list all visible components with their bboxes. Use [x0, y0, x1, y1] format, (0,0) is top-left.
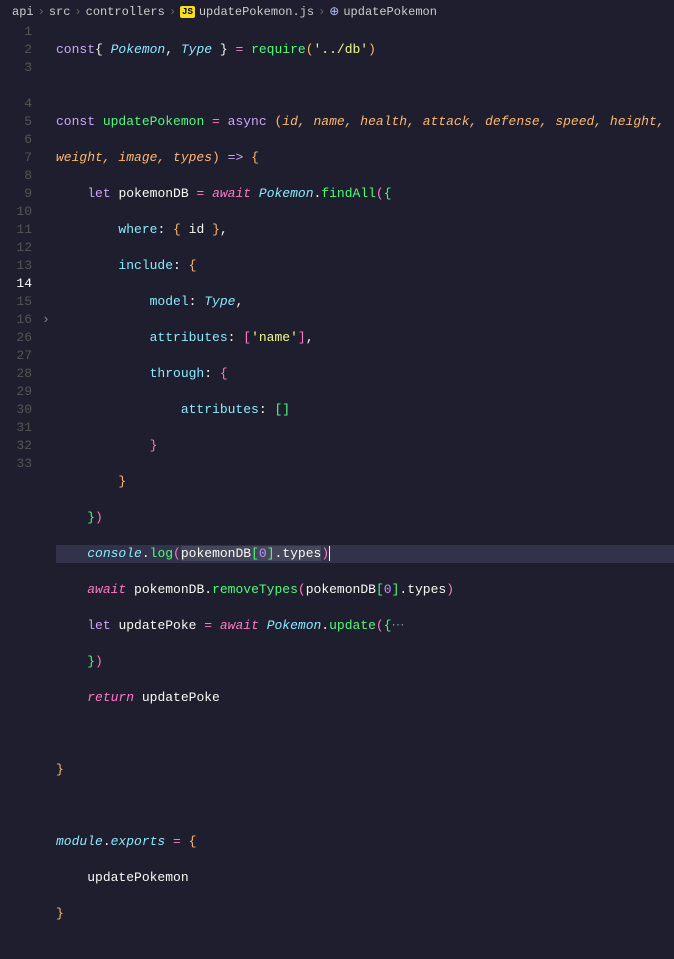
breadcrumb-item[interactable]: src — [49, 5, 71, 19]
fold-gutter[interactable]: › — [42, 23, 56, 511]
line-number[interactable]: 12 — [0, 239, 32, 257]
breadcrumb-item[interactable]: updatePokemon.js — [199, 5, 314, 19]
line-number[interactable]: 14 — [0, 275, 32, 293]
line-number[interactable]: 5 — [0, 113, 32, 131]
breadcrumb-item[interactable]: updatePokemon — [343, 5, 437, 19]
line-number[interactable]: 9 — [0, 185, 32, 203]
line-number[interactable]: 7 — [0, 149, 32, 167]
chevron-icon: › — [318, 5, 325, 19]
line-number[interactable]: 4 — [0, 95, 32, 113]
code-editor[interactable]: 1 2 3 4 5 6 7 8 9 10 11 12 13 14 15 16 2… — [0, 23, 674, 511]
line-number[interactable]: 26 — [0, 329, 32, 347]
line-number[interactable]: 10 — [0, 203, 32, 221]
js-file-icon: JS — [180, 6, 195, 18]
folded-code-icon[interactable]: ⋯ — [392, 618, 405, 633]
line-number[interactable]: 31 — [0, 419, 32, 437]
line-number[interactable]: 8 — [0, 167, 32, 185]
line-number[interactable]: 3 — [0, 59, 32, 77]
line-number[interactable]: 15 — [0, 293, 32, 311]
breadcrumb-item[interactable]: api — [12, 5, 34, 19]
line-number[interactable]: 29 — [0, 383, 32, 401]
breadcrumb[interactable]: api › src › controllers › JS updatePokem… — [0, 0, 674, 23]
line-number[interactable]: 28 — [0, 365, 32, 383]
line-number-gutter[interactable]: 1 2 3 4 5 6 7 8 9 10 11 12 13 14 15 16 2… — [0, 23, 42, 511]
chevron-icon: › — [169, 5, 176, 19]
line-number[interactable]: 27 — [0, 347, 32, 365]
breadcrumb-item[interactable]: controllers — [86, 5, 165, 19]
line-number — [0, 77, 32, 95]
line-number[interactable]: 2 — [0, 41, 32, 59]
line-number[interactable]: 30 — [0, 401, 32, 419]
fold-chevron-icon[interactable]: › — [42, 311, 56, 329]
line-number[interactable]: 33 — [0, 455, 32, 473]
chevron-icon: › — [74, 5, 81, 19]
line-number[interactable]: 1 — [0, 23, 32, 41]
line-number[interactable]: 16 — [0, 311, 32, 329]
chevron-icon: › — [38, 5, 45, 19]
line-number[interactable]: 32 — [0, 437, 32, 455]
code-content[interactable]: const{ Pokemon, Type } = require('../db'… — [56, 23, 674, 511]
line-number[interactable]: 11 — [0, 221, 32, 239]
method-icon: ⊕ — [329, 4, 339, 19]
line-number[interactable]: 6 — [0, 131, 32, 149]
line-number[interactable]: 13 — [0, 257, 32, 275]
